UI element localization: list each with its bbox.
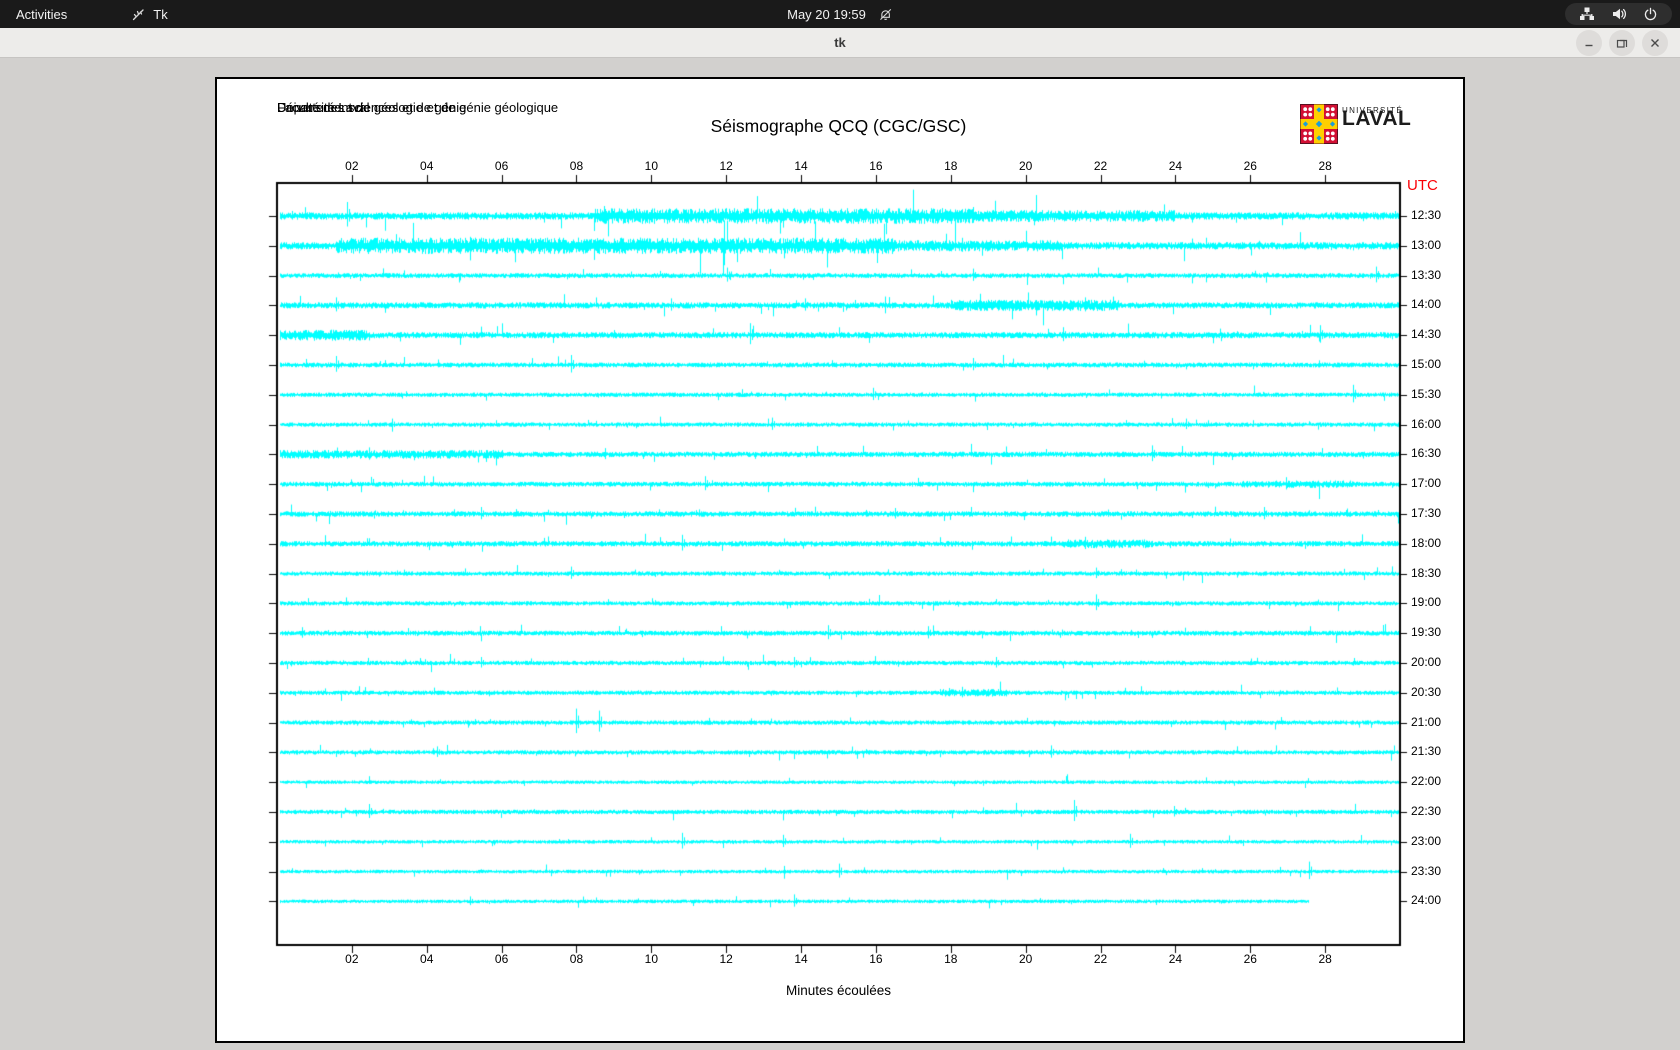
laval-wordmark-bottom: LAVAL	[1342, 107, 1412, 130]
x-tick-label-bottom: 16	[869, 952, 883, 966]
trace-time-label: 17:00	[1411, 476, 1442, 491]
close-button[interactable]	[1642, 30, 1668, 56]
x-tick-label-top: 24	[1168, 159, 1183, 173]
seismogram-panel: Département de géologie et de génie géol…	[215, 77, 1465, 1043]
seismogram-traces-canvas	[217, 79, 1463, 1041]
trace-time-label: 17:30	[1411, 506, 1442, 520]
trace-time-label: 14:00	[1411, 297, 1442, 312]
window-title: tk	[834, 35, 846, 50]
x-tick-label-bottom: 26	[1243, 952, 1257, 966]
x-tick-label-top: 22	[1093, 159, 1108, 173]
trace-time-label: 19:30	[1411, 625, 1442, 640]
laval-shield-icon	[1300, 104, 1338, 144]
x-tick-label-top: 18	[944, 159, 958, 173]
maximize-button[interactable]	[1609, 30, 1635, 56]
trace-time-label: 21:00	[1411, 714, 1442, 729]
x-tick-label-top: 04	[420, 159, 434, 173]
activities-label: Activities	[16, 6, 68, 22]
x-tick-label-bottom: 14	[794, 952, 808, 966]
clock-menu[interactable]: May 20 19:59	[787, 7, 893, 22]
x-tick-label-top: 14	[794, 159, 808, 173]
clock-text: May 20 19:59	[787, 6, 866, 22]
trace-time-label: 15:30	[1411, 386, 1442, 401]
x-tick-label-bottom: 08	[569, 952, 584, 966]
x-tick-label-top: 16	[869, 159, 883, 173]
x-tick-label-top: 02	[345, 159, 359, 173]
power-icon	[1643, 7, 1658, 22]
x-tick-label-top: 28	[1318, 159, 1332, 173]
trace-time-label: 22:30	[1411, 804, 1442, 818]
utc-axis-label: UTC	[1407, 177, 1438, 194]
x-tick-label-bottom: 10	[644, 952, 658, 966]
trace-time-label: 20:00	[1411, 655, 1442, 669]
focused-app-indicator[interactable]: Tk	[131, 6, 168, 22]
activities-button[interactable]: Activities	[0, 0, 83, 28]
tk-app-background: Département de géologie et de génie géol…	[0, 59, 1680, 1050]
x-tick-label-top: 20	[1018, 159, 1033, 173]
trace-time-label: 12:30	[1411, 208, 1442, 222]
x-tick-label-bottom: 22	[1093, 952, 1108, 966]
x-tick-label-bottom: 02	[345, 952, 359, 966]
trace-time-label: 16:30	[1411, 446, 1442, 461]
trace-time-label: 21:30	[1411, 744, 1442, 759]
gnome-top-bar: Activities Tk May 20 19:59	[0, 0, 1680, 28]
trace-time-label: 18:00	[1411, 535, 1442, 550]
focused-app-name: Tk	[153, 6, 168, 22]
system-status-menu[interactable]	[1565, 3, 1672, 25]
trace-time-label: 22:00	[1411, 774, 1442, 789]
trace-time-label: 16:00	[1411, 416, 1442, 431]
x-tick-label-top: 06	[494, 159, 509, 173]
x-tick-label-top: 08	[569, 159, 584, 173]
window-titlebar: tk	[0, 28, 1680, 58]
x-tick-label-bottom: 28	[1318, 952, 1332, 966]
x-tick-label-bottom: 04	[420, 952, 434, 966]
trace-time-label: 24:00	[1411, 893, 1442, 908]
x-tick-label-bottom: 06	[494, 952, 509, 966]
trace-time-label: 13:00	[1411, 237, 1442, 252]
trace-time-label: 23:30	[1411, 863, 1442, 878]
trace-time-label: 13:30	[1411, 267, 1442, 282]
header-line-3: Université Laval	[277, 100, 370, 115]
volume-icon	[1611, 6, 1627, 22]
trace-time-label: 19:00	[1411, 595, 1442, 610]
trace-time-label: 15:00	[1411, 357, 1442, 371]
x-tick-label-bottom: 24	[1168, 952, 1183, 966]
x-tick-label-top: 10	[644, 159, 658, 173]
bell-slash-icon	[878, 7, 893, 22]
minimize-button[interactable]	[1576, 30, 1602, 56]
x-tick-label-bottom: 12	[719, 952, 733, 966]
x-axis-title: Minutes écoulées	[785, 983, 892, 998]
x-tick-label-top: 26	[1243, 159, 1257, 173]
trace-time-label: 18:30	[1411, 565, 1442, 580]
network-icon	[1579, 6, 1595, 22]
x-tick-label-top: 12	[719, 159, 733, 173]
tk-feather-icon	[131, 7, 146, 22]
x-tick-label-bottom: 20	[1018, 952, 1033, 966]
plot-title: Séismographe QCQ (CGC/GSC)	[710, 116, 967, 136]
trace-time-label: 20:30	[1411, 684, 1442, 699]
trace-time-label: 14:30	[1411, 327, 1442, 342]
x-tick-label-bottom: 18	[944, 952, 958, 966]
trace-time-label: 23:00	[1411, 833, 1442, 848]
universite-laval-logo: UNIVERSITÉ LAVAL	[1300, 103, 1430, 145]
